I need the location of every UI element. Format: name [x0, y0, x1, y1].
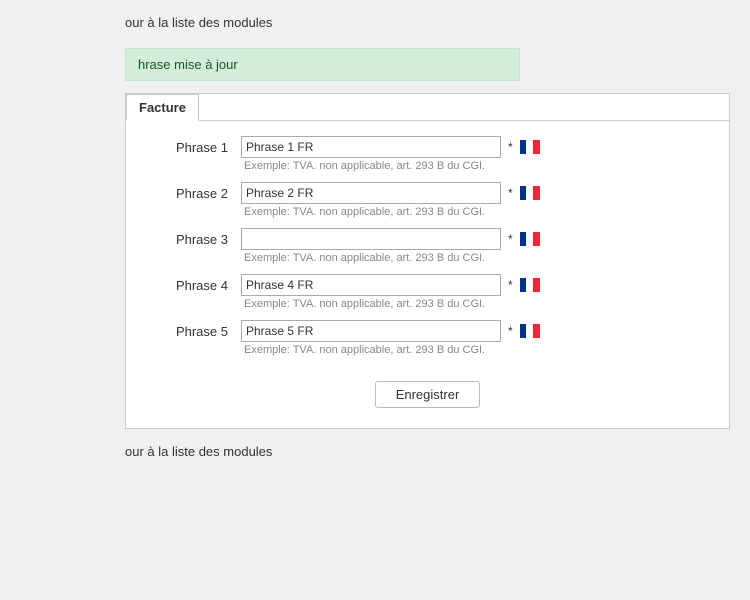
save-button[interactable]: Enregistrer — [375, 381, 481, 408]
required-star-3: * — [508, 232, 513, 246]
phrase-fields-1: Phrase 1 * — [146, 136, 709, 158]
form-container: Phrase 1 * Exemple: TVA. non applicable,… — [126, 121, 729, 428]
flag-icon-5 — [520, 324, 540, 338]
phrases-container: Phrase 1 * Exemple: TVA. non applicable,… — [146, 136, 709, 356]
phrase-label-3: Phrase 3 — [146, 232, 236, 247]
phrase-example-3: Exemple: TVA. non applicable, art. 293 B… — [244, 252, 709, 264]
phrase-label-4: Phrase 4 — [146, 278, 236, 293]
flag-red — [533, 186, 540, 200]
top-back-link[interactable]: our à la liste des modules — [125, 15, 272, 30]
required-star-5: * — [508, 324, 513, 338]
page-wrapper: our à la liste des modules hrase mise à … — [0, 0, 750, 600]
phrase-row-2: Phrase 2 * Exemple: TVA. non applicable,… — [146, 182, 709, 218]
required-star-4: * — [508, 278, 513, 292]
flag-blue — [520, 324, 527, 338]
flag-blue — [520, 278, 527, 292]
phrase-fields-5: Phrase 5 * — [146, 320, 709, 342]
phrase-row-5: Phrase 5 * Exemple: TVA. non applicable,… — [146, 320, 709, 356]
flag-blue — [520, 186, 527, 200]
flag-white — [526, 186, 533, 200]
tab-header: Facture — [126, 94, 729, 121]
phrase-row-4: Phrase 4 * Exemple: TVA. non applicable,… — [146, 274, 709, 310]
phrase-input-3[interactable] — [241, 228, 501, 250]
phrase-input-2[interactable] — [241, 182, 501, 204]
flag-fr-4 — [520, 278, 540, 292]
flag-icon-3 — [520, 232, 540, 246]
required-star-2: * — [508, 186, 513, 200]
success-text: hrase mise à jour — [138, 57, 238, 72]
flag-white — [526, 232, 533, 246]
phrase-example-5: Exemple: TVA. non applicable, art. 293 B… — [244, 344, 709, 356]
main-panel: Facture Phrase 1 * Exemple: TVA. non app… — [125, 93, 730, 429]
phrase-input-1[interactable] — [241, 136, 501, 158]
phrase-row-3: Phrase 3 * Exemple: TVA. non applicable,… — [146, 228, 709, 264]
flag-red — [533, 140, 540, 154]
tab-facture[interactable]: Facture — [126, 94, 199, 121]
flag-red — [533, 278, 540, 292]
phrase-label-5: Phrase 5 — [146, 324, 236, 339]
phrase-fields-3: Phrase 3 * — [146, 228, 709, 250]
flag-fr-1 — [520, 140, 540, 154]
flag-blue — [520, 140, 527, 154]
flag-red — [533, 324, 540, 338]
flag-icon-2 — [520, 186, 540, 200]
top-link-container: our à la liste des modules — [0, 0, 750, 40]
phrase-input-5[interactable] — [241, 320, 501, 342]
flag-icon-4 — [520, 278, 540, 292]
phrase-example-1: Exemple: TVA. non applicable, art. 293 B… — [244, 160, 709, 172]
flag-red — [533, 232, 540, 246]
phrase-fields-2: Phrase 2 * — [146, 182, 709, 204]
phrase-label-1: Phrase 1 — [146, 140, 236, 155]
bottom-back-link[interactable]: our à la liste des modules — [125, 444, 272, 459]
bottom-link-container: our à la liste des modules — [0, 429, 750, 469]
flag-white — [526, 140, 533, 154]
flag-fr-3 — [520, 232, 540, 246]
flag-icon-1 — [520, 140, 540, 154]
phrase-fields-4: Phrase 4 * — [146, 274, 709, 296]
required-star-1: * — [508, 140, 513, 154]
flag-fr-5 — [520, 324, 540, 338]
phrase-row-1: Phrase 1 * Exemple: TVA. non applicable,… — [146, 136, 709, 172]
flag-fr-2 — [520, 186, 540, 200]
flag-blue — [520, 232, 527, 246]
button-row: Enregistrer — [146, 381, 709, 408]
flag-white — [526, 324, 533, 338]
success-message: hrase mise à jour — [125, 48, 520, 81]
phrase-label-2: Phrase 2 — [146, 186, 236, 201]
phrase-input-4[interactable] — [241, 274, 501, 296]
phrase-example-4: Exemple: TVA. non applicable, art. 293 B… — [244, 298, 709, 310]
flag-white — [526, 278, 533, 292]
phrase-example-2: Exemple: TVA. non applicable, art. 293 B… — [244, 206, 709, 218]
